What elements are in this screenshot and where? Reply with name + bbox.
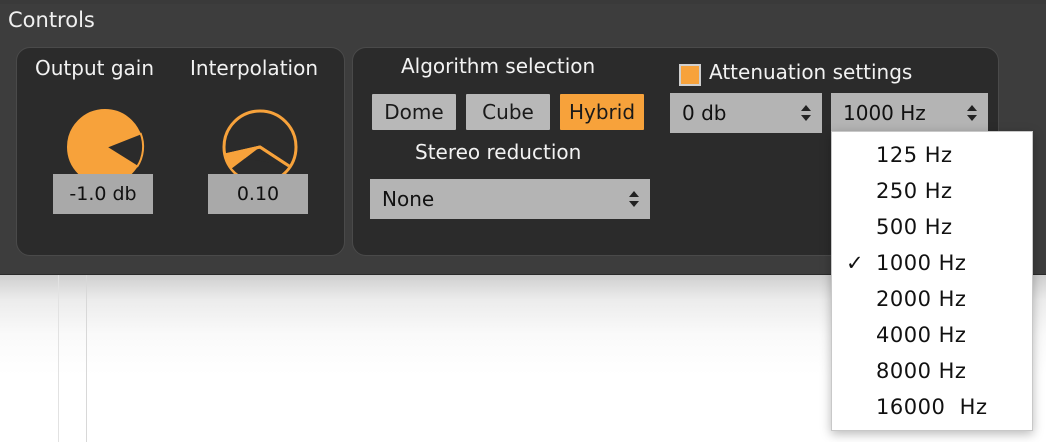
frequency-option[interactable]: 500 Hz bbox=[832, 209, 1032, 245]
check-icon: ✓ bbox=[846, 251, 864, 275]
attenuation-frequency-select[interactable]: 1000 Hz bbox=[831, 93, 988, 133]
attenuation-frequency-value: 1000 Hz bbox=[843, 101, 926, 125]
attenuation-checkbox[interactable] bbox=[679, 64, 701, 86]
panel-title: Controls bbox=[8, 8, 95, 32]
interpolation-label: Interpolation bbox=[190, 56, 318, 80]
frequency-option[interactable]: 4000 Hz bbox=[832, 317, 1032, 353]
frequency-option[interactable]: 16000 Hz bbox=[832, 389, 1032, 425]
frequency-option-label: 4000 Hz bbox=[876, 323, 967, 347]
frequency-option[interactable]: 2000 Hz bbox=[832, 281, 1032, 317]
algorithm-cube-button[interactable]: Cube bbox=[466, 94, 550, 130]
frequency-option-label: 16000 Hz bbox=[876, 395, 988, 419]
algorithm-label: Algorithm selection bbox=[401, 54, 596, 78]
interpolation-value[interactable]: 0.10 bbox=[208, 174, 308, 214]
attenuation-label: Attenuation settings bbox=[709, 60, 913, 84]
frequency-option-label: 2000 Hz bbox=[876, 287, 967, 311]
frequency-option[interactable]: 8000 Hz bbox=[832, 353, 1032, 389]
frequency-dropdown-menu: 125 Hz 250 Hz 500 Hz ✓ 1000 Hz 2000 Hz 4… bbox=[831, 131, 1033, 431]
algorithm-dome-button[interactable]: Dome bbox=[372, 94, 456, 130]
stereo-reduction-select[interactable]: None bbox=[370, 179, 650, 219]
frequency-option-label: 1000 Hz bbox=[876, 251, 967, 275]
select-arrows-icon bbox=[629, 191, 639, 207]
frequency-option-label: 250 Hz bbox=[876, 179, 953, 203]
algorithm-hybrid-button[interactable]: Hybrid bbox=[560, 94, 644, 130]
frequency-option-selected[interactable]: ✓ 1000 Hz bbox=[832, 245, 1032, 281]
frequency-option[interactable]: 250 Hz bbox=[832, 173, 1032, 209]
frequency-option-label: 8000 Hz bbox=[876, 359, 967, 383]
output-gain-value[interactable]: -1.0 db bbox=[53, 174, 153, 214]
stereo-reduction-value: None bbox=[382, 187, 435, 211]
stereo-reduction-label: Stereo reduction bbox=[415, 140, 582, 164]
frequency-option-label: 125 Hz bbox=[876, 143, 953, 167]
divider bbox=[58, 275, 59, 442]
attenuation-level-value: 0 db bbox=[682, 101, 727, 125]
frequency-option-label: 500 Hz bbox=[876, 215, 953, 239]
output-gain-label: Output gain bbox=[35, 56, 155, 80]
knobs-group: Output gain Interpolation -1.0 db 0.10 bbox=[16, 47, 345, 256]
divider bbox=[86, 275, 87, 442]
attenuation-level-select[interactable]: 0 db bbox=[670, 93, 822, 133]
select-arrows-icon bbox=[801, 105, 811, 121]
frequency-option[interactable]: 125 Hz bbox=[832, 137, 1032, 173]
select-arrows-icon bbox=[967, 105, 977, 121]
